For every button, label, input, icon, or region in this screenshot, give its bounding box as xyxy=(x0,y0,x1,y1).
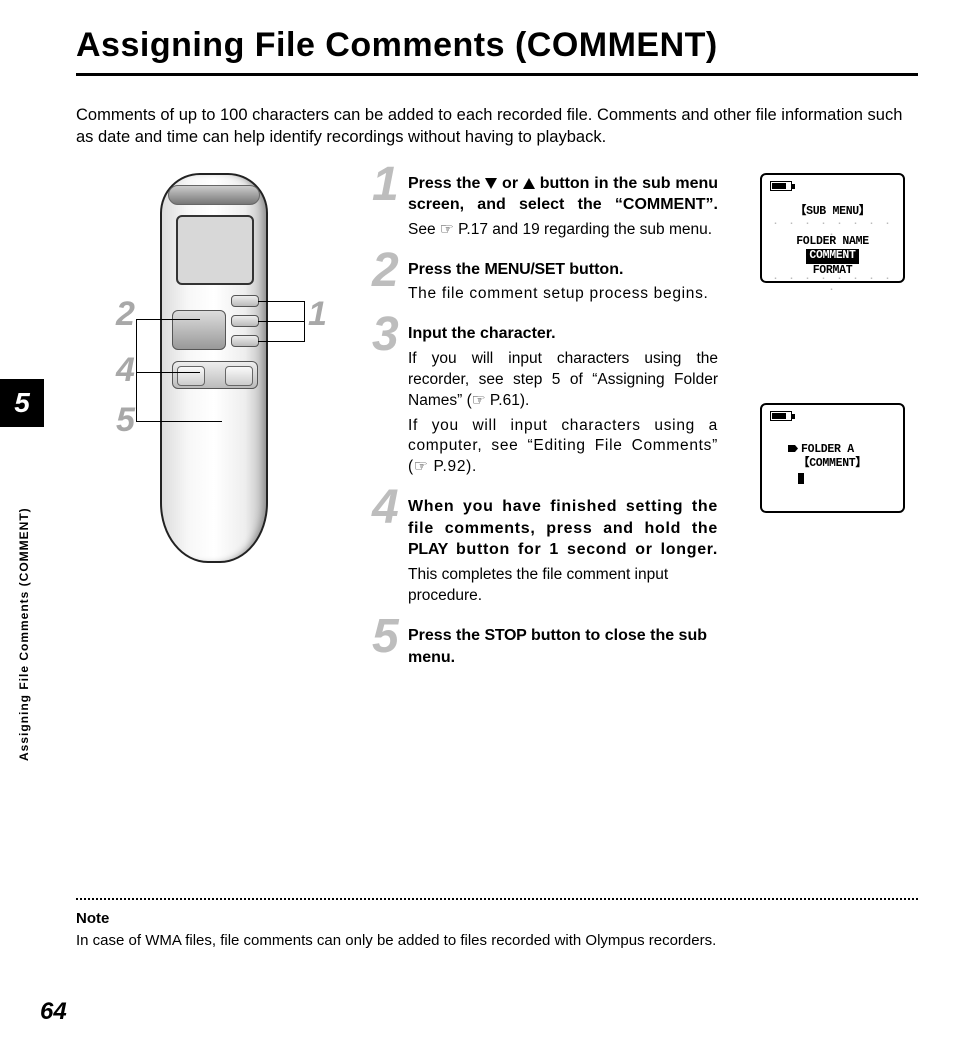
recorder-side-button xyxy=(231,315,259,327)
leader-line xyxy=(136,372,200,373)
step-body: This completes the file comment input pr… xyxy=(408,565,718,607)
step-body: The file comment setup process begins. xyxy=(408,284,718,305)
leader-line xyxy=(304,301,305,342)
step-number: 5 xyxy=(372,613,399,661)
step-body: If you will input characters using the r… xyxy=(408,349,718,412)
title-rule xyxy=(76,73,918,76)
leader-line xyxy=(136,421,222,422)
recorder-body xyxy=(160,173,268,563)
step-heading: When you have finished setting the file … xyxy=(408,496,718,561)
leader-line xyxy=(258,321,304,322)
side-running-title: Assigning File Comments (COMMENT) xyxy=(17,441,31,761)
lcd-line: FOLDER A xyxy=(770,443,895,457)
recorder-control-row xyxy=(172,361,258,389)
recorder-top xyxy=(168,185,260,205)
button-name: PLAY xyxy=(408,541,448,558)
text: button. xyxy=(565,261,624,278)
text: Press the xyxy=(408,261,484,278)
step-heading: Press the MENU/SET button. xyxy=(408,259,718,281)
note-label: Note xyxy=(76,910,109,927)
recorder-side-button xyxy=(231,335,259,347)
text: or xyxy=(497,175,523,192)
step-number: 4 xyxy=(372,484,399,532)
note-body: In case of WMA files, file comments can … xyxy=(76,932,918,949)
step-number: 3 xyxy=(372,311,399,359)
step-1: 1 Press the or button in the sub menu sc… xyxy=(378,173,718,241)
recorder-diagram: 1 2 4 5 xyxy=(108,173,348,593)
lcd-sub-menu: 【SUB MENU】 · · · · · · · · · FOLDER NAME… xyxy=(760,173,905,283)
step-heading: Press the STOP button to close the sub m… xyxy=(408,625,718,668)
lcd-line: 【SUB MENU】 xyxy=(770,205,895,219)
callout-4: 4 xyxy=(116,351,135,390)
step-number: 1 xyxy=(372,161,399,209)
lcd-cursor xyxy=(798,473,804,484)
callout-2: 2 xyxy=(116,295,135,334)
text: button for 1 second or longer. xyxy=(448,541,718,558)
leader-line xyxy=(258,301,304,302)
leader-line xyxy=(136,319,137,422)
step-5: 5 Press the STOP button to close the sub… xyxy=(378,625,718,668)
step-heading: Press the or button in the sub menu scre… xyxy=(408,173,718,216)
leader-line xyxy=(258,341,304,342)
battery-icon xyxy=(770,411,792,421)
step-body: See ☞ P.17 and 19 regarding the sub menu… xyxy=(408,220,718,241)
page-title: Assigning File Comments (COMMENT) xyxy=(76,26,954,65)
battery-icon xyxy=(770,181,792,191)
lcd-selected: COMMENT xyxy=(806,249,858,263)
steps-list: 1 Press the or button in the sub menu sc… xyxy=(378,173,718,687)
folder-icon xyxy=(788,444,798,454)
step-4: 4 When you have finished setting the fil… xyxy=(378,496,718,607)
chapter-tab: 5 xyxy=(0,379,44,427)
callout-1: 1 xyxy=(308,295,327,334)
leader-line xyxy=(136,319,200,320)
text: When you have finished setting the file … xyxy=(408,498,718,537)
callout-5: 5 xyxy=(116,401,135,440)
recorder-screen xyxy=(176,215,254,285)
button-name: STOP xyxy=(484,627,526,644)
lcd-dots: · · · · · · · · · xyxy=(770,274,895,296)
lcd-line: FOLDER NAME xyxy=(770,235,895,249)
up-triangle-icon xyxy=(523,178,535,189)
step-3: 3 Input the character. If you will input… xyxy=(378,323,718,478)
recorder-dpad xyxy=(172,310,226,350)
step-heading: Input the character. xyxy=(408,323,718,345)
recorder-side-button xyxy=(231,295,259,307)
lcd-line: 【COMMENT】 xyxy=(770,457,895,471)
lcd-comment-input: FOLDER A 【COMMENT】 xyxy=(760,403,905,513)
lcd-selected-line: COMMENT xyxy=(770,249,895,263)
dotted-rule xyxy=(76,898,918,900)
text: FOLDER A xyxy=(801,443,854,456)
intro-paragraph: Comments of up to 100 characters can be … xyxy=(76,104,914,149)
text: Press the xyxy=(408,175,485,192)
text: Press the xyxy=(408,627,484,644)
step-2: 2 Press the MENU/SET button. The file co… xyxy=(378,259,718,306)
step-number: 2 xyxy=(372,247,399,295)
button-name: MENU/SET xyxy=(484,261,564,278)
step-body: If you will input characters using a com… xyxy=(408,416,718,479)
down-triangle-icon xyxy=(485,178,497,189)
